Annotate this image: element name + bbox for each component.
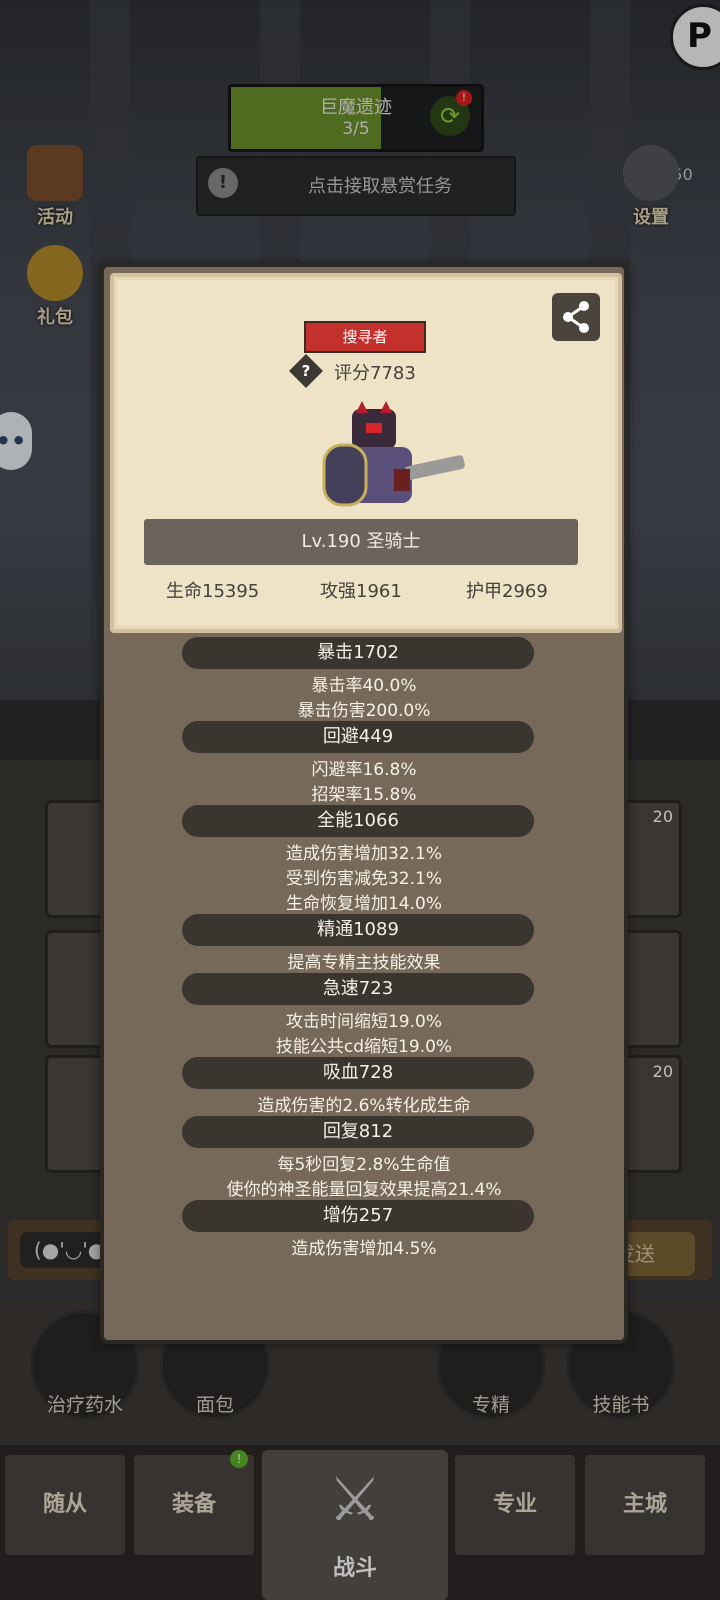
question-mark-icon: ? bbox=[301, 362, 311, 380]
stat-header: 增伤257 bbox=[182, 1200, 534, 1232]
stat-hp: 生命15395 bbox=[166, 581, 260, 602]
paladin-character-sprite bbox=[322, 401, 465, 507]
character-card: 搜寻者 ? 评分7783 Lv.190 圣骑士 生命15395 攻强1961 护… bbox=[110, 273, 622, 633]
stat-header: 回避449 bbox=[182, 721, 534, 753]
stat-detail: 攻击时间缩短19.0% bbox=[285, 1012, 442, 1032]
stat-detail: 生命恢复增加14.0% bbox=[285, 894, 442, 914]
stat-detail: 每5秒回复2.8%生命值 bbox=[277, 1155, 451, 1175]
stat-header: 急速723 bbox=[182, 973, 534, 1005]
stat-armor: 护甲2969 bbox=[466, 581, 548, 602]
stat-detail: 造成伤害增加4.5% bbox=[291, 1239, 437, 1259]
stat-detail: 提高专精主技能效果 bbox=[287, 953, 441, 973]
character-detail-dialog: 搜寻者 ? 评分7783 Lv.190 圣骑士 生命15395 攻强1961 护… bbox=[100, 263, 628, 1344]
stat-detail: 造成伤害的2.6%转化成生命 bbox=[257, 1096, 471, 1116]
stat-detail: 招架率15.8% bbox=[311, 785, 417, 805]
stat-detail: 技能公共cd缩短19.0% bbox=[275, 1037, 453, 1057]
stat-header: 回复812 bbox=[182, 1116, 534, 1148]
role-badge: 搜寻者 bbox=[304, 321, 426, 353]
stat-detail: 造成伤害增加32.1% bbox=[285, 844, 442, 864]
share-button[interactable] bbox=[552, 293, 600, 341]
share-icon bbox=[563, 301, 589, 333]
stat-header: 全能1066 bbox=[182, 805, 534, 837]
stat-detail: 受到伤害减免32.1% bbox=[285, 869, 442, 889]
character-name-level: Lv.190 圣骑士 bbox=[144, 519, 578, 565]
score-row[interactable]: ? 评分7783 bbox=[289, 354, 454, 388]
stat-detail: 暴击率40.0% bbox=[311, 676, 417, 696]
stat-detail: 使你的神圣能量回复效果提高21.4% bbox=[226, 1180, 502, 1200]
stat-detail: 闪避率16.8% bbox=[311, 760, 417, 780]
score-value: 评分7783 bbox=[334, 363, 416, 384]
stat-detail: 暴击伤害200.0% bbox=[297, 701, 431, 721]
stat-attack-power: 攻强1961 bbox=[320, 581, 402, 602]
stat-header: 精通1089 bbox=[182, 914, 534, 946]
stat-header: 吸血728 bbox=[182, 1057, 534, 1089]
stat-header: 暴击1702 bbox=[182, 637, 534, 669]
